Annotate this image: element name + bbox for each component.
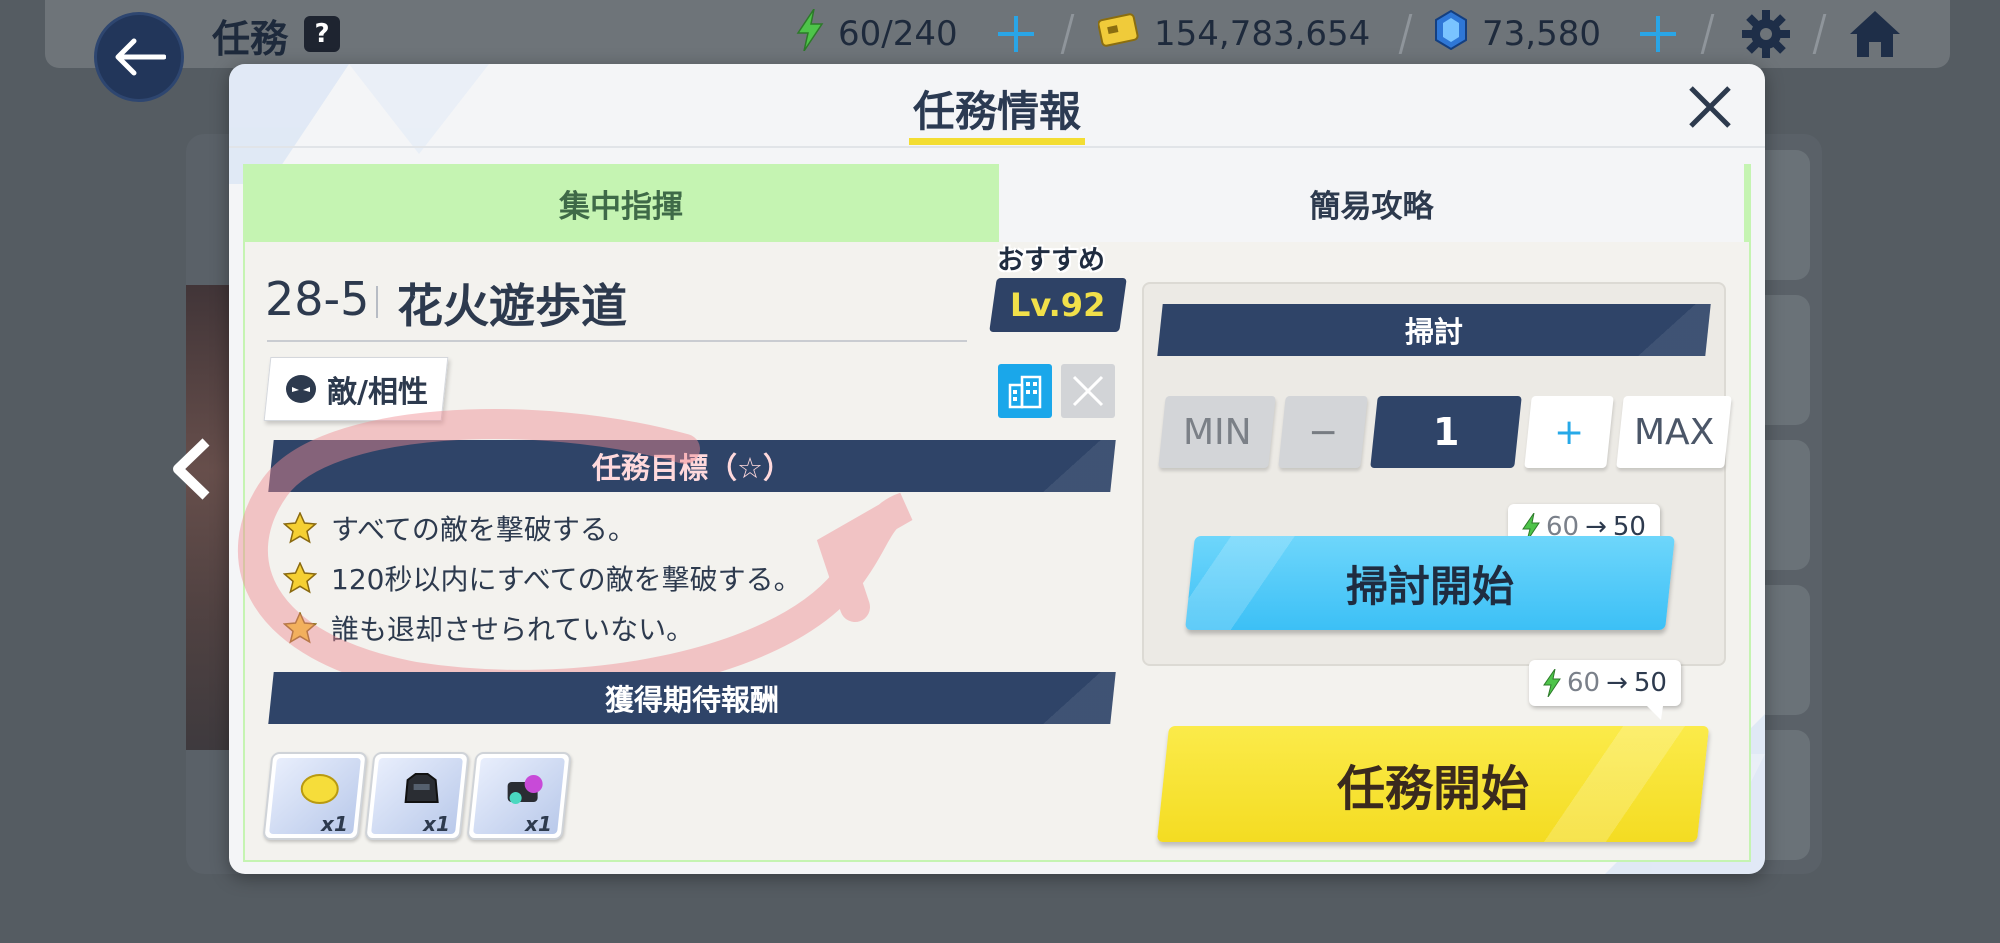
tab-focused-command[interactable]: 集中指揮 — [243, 164, 999, 242]
tab-edge — [1744, 164, 1751, 242]
cross-icon — [1072, 375, 1104, 407]
goal-item: 誰も退却させられていない。 — [283, 608, 694, 648]
arrow-left-icon — [115, 38, 166, 76]
gems-counter: 73,580 — [1434, 9, 1601, 59]
star-icon — [283, 612, 317, 644]
sweep-panel: 掃討 MIN − 1 + MAX 60 → 50 掃討開始 — [1142, 282, 1732, 666]
credits-value: 154,783,654 — [1154, 14, 1371, 54]
goal-text: 120秒以内にすべての敵を撃破する。 — [331, 563, 802, 596]
background-list-item — [1760, 440, 1810, 570]
sweep-start-button[interactable]: 掃討開始 — [1185, 536, 1675, 630]
home-icon[interactable] — [1848, 8, 1902, 64]
modal-title: 任務情報 — [912, 87, 1081, 136]
enemy-affinity-label: 敵/相性 — [326, 375, 428, 410]
add-gems-button[interactable] — [1636, 12, 1680, 56]
sweep-header: 掃討 — [1157, 304, 1711, 356]
page-title: 任務 — [212, 17, 289, 61]
terrain-urban-button[interactable] — [998, 364, 1052, 418]
terrain-disabled-button[interactable] — [1061, 364, 1115, 418]
gem-icon — [1434, 9, 1468, 59]
star-icon — [283, 512, 317, 544]
stage-name: 花火遊歩道 — [397, 279, 627, 333]
goal-text: すべての敵を撃破する。 — [331, 513, 636, 546]
tab-content: 28-5 花火遊歩道 おすすめ Lv.92 敵/相性 任務目標（☆） すべての敵… — [238, 242, 1751, 862]
goal-item: 120秒以内にすべての敵を撃破する。 — [283, 558, 802, 598]
lightning-icon — [1543, 669, 1561, 697]
mission-goal-title: 任務目標（☆） — [592, 451, 792, 485]
stage-title-underline — [267, 340, 967, 342]
mission-goal-header: 任務目標（☆） — [268, 440, 1116, 492]
ap-counter: 60/240 — [796, 8, 958, 60]
building-icon — [1008, 375, 1042, 409]
add-ap-button[interactable] — [994, 12, 1038, 56]
goal-item: すべての敵を撃破する。 — [283, 508, 636, 548]
mission-start-label: 任務開始 — [1336, 761, 1529, 817]
background-list-item — [1760, 585, 1810, 715]
reward-qty: x1 — [321, 812, 349, 836]
enemy-mask-icon — [285, 375, 316, 403]
settings-gear-icon[interactable] — [1740, 8, 1792, 64]
mission-ap-cost-bubble: 60 → 50 — [1529, 660, 1681, 720]
max-button[interactable]: MAX — [1616, 396, 1732, 468]
armor-icon — [404, 773, 439, 803]
help-button[interactable]: ? — [304, 16, 340, 52]
stage-title-divider — [376, 286, 378, 318]
mission-info-modal: 任務情報 集中指揮 簡易攻略 28-5 花火遊歩道 おすすめ Lv.92 敵/相… — [229, 64, 1765, 874]
back-button[interactable] — [94, 12, 184, 102]
stage-id: 28-5 — [265, 272, 370, 326]
reward-qty: x1 — [525, 812, 553, 836]
recommended-label: おすすめ — [997, 245, 1105, 276]
previous-stage-button[interactable] — [168, 436, 214, 506]
reward-item[interactable]: x1 — [364, 752, 470, 840]
reward-header: 獲得期待報酬 — [268, 672, 1116, 724]
tab-quick-clear[interactable]: 簡易攻略 — [999, 164, 1744, 242]
credits-counter: 154,783,654 — [1097, 10, 1371, 58]
recommended-level: Lv.92 — [1010, 286, 1106, 324]
reward-item[interactable]: x1 — [466, 752, 572, 840]
increment-button[interactable]: + — [1524, 396, 1614, 468]
sweep-start-label: 掃討開始 — [1345, 561, 1514, 611]
recommended-level-badge: Lv.92 — [989, 278, 1127, 332]
decrement-button[interactable]: − — [1278, 396, 1368, 468]
modal-header: 任務情報 — [229, 64, 1765, 148]
background-list-item — [1760, 150, 1810, 280]
title-underline — [909, 138, 1085, 145]
gems-value: 73,580 — [1482, 14, 1601, 54]
lightning-icon — [796, 8, 824, 60]
reward-title: 獲得期待報酬 — [604, 683, 779, 717]
star-icon — [283, 562, 317, 594]
ap-value: 60/240 — [838, 14, 958, 54]
sweep-count-field[interactable]: 1 — [1370, 396, 1522, 468]
enemy-affinity-button[interactable]: 敵/相性 — [263, 357, 449, 421]
background-list-item — [1760, 730, 1810, 860]
close-icon — [1689, 86, 1731, 128]
gear-item-icon — [507, 775, 543, 804]
coin-icon — [300, 774, 339, 804]
reward-qty: x1 — [423, 812, 451, 836]
background-list-item — [1760, 295, 1810, 425]
credit-card-icon — [1097, 12, 1140, 56]
chevron-left-icon — [173, 438, 210, 500]
sweep-title: 掃討 — [1404, 315, 1463, 349]
min-button[interactable]: MIN — [1158, 396, 1276, 468]
reward-item[interactable]: x1 — [262, 752, 368, 840]
mode-tabs: 集中指揮 簡易攻略 — [243, 164, 1751, 242]
sweep-count-value: 1 — [1432, 410, 1460, 454]
close-button[interactable] — [1685, 82, 1735, 132]
goal-text: 誰も退却させられていない。 — [331, 613, 695, 646]
mission-start-button[interactable]: 任務開始 — [1156, 726, 1710, 842]
